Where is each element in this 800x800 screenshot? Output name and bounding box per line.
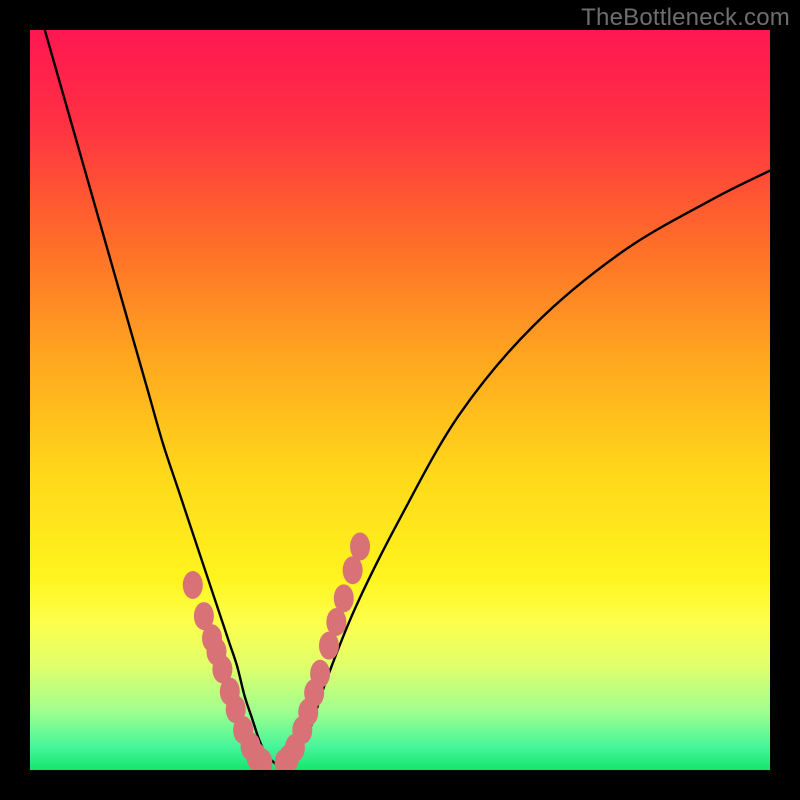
marker-dot bbox=[334, 584, 354, 612]
gradient-background bbox=[30, 30, 770, 770]
outer-frame: TheBottleneck.com bbox=[0, 0, 800, 800]
marker-dot bbox=[310, 660, 330, 688]
plot-area bbox=[30, 30, 770, 770]
bottleneck-chart bbox=[30, 30, 770, 770]
marker-dot bbox=[183, 571, 203, 599]
watermark-label: TheBottleneck.com bbox=[581, 4, 790, 32]
marker-dot bbox=[350, 533, 370, 561]
